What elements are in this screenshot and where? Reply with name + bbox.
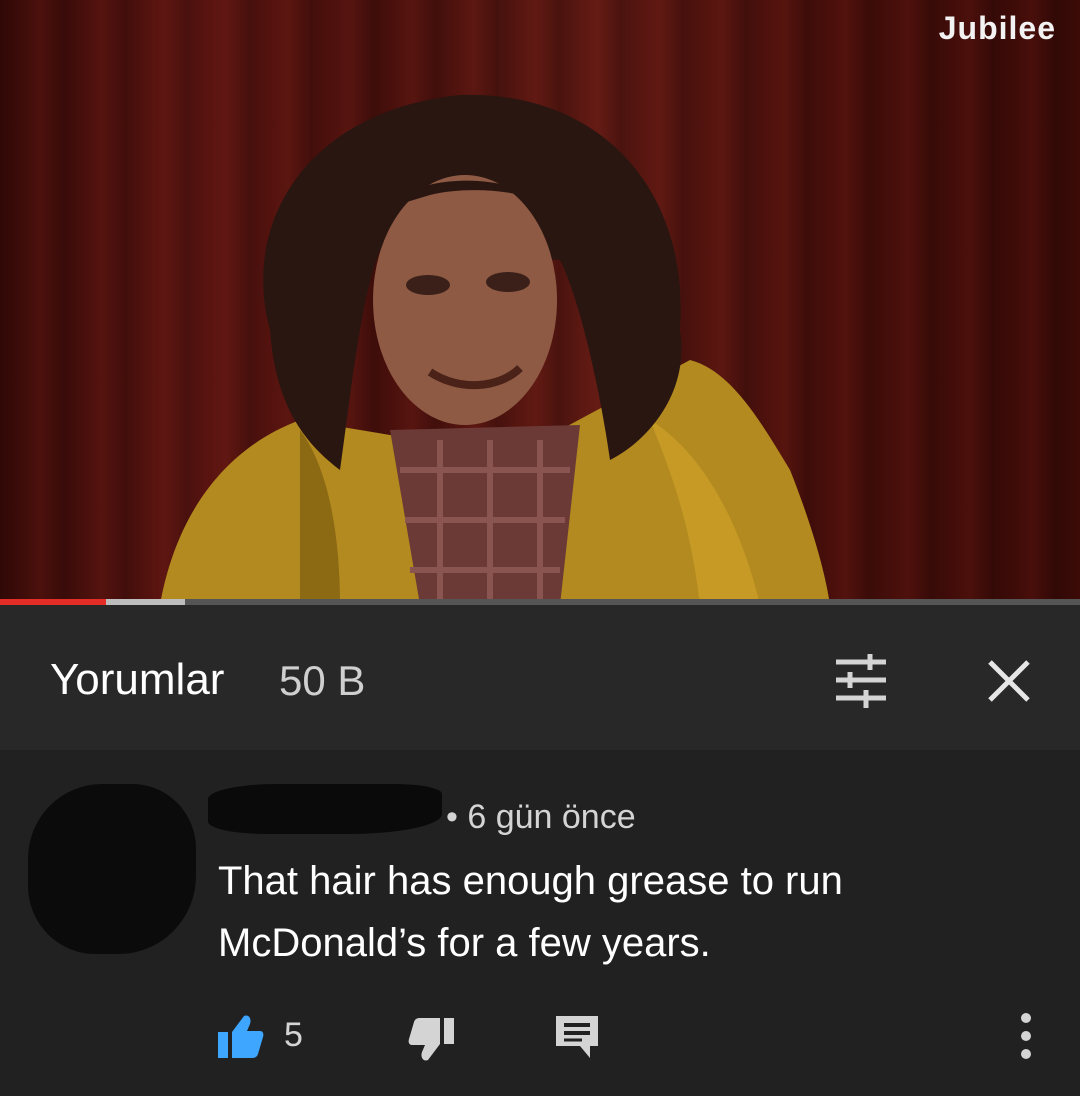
dislike-button[interactable] bbox=[408, 1016, 456, 1064]
more-options-button[interactable] bbox=[1006, 1008, 1046, 1064]
avatar[interactable] bbox=[28, 784, 196, 954]
like-button[interactable] bbox=[216, 1012, 264, 1060]
channel-watermark: Jubilee bbox=[938, 10, 1056, 46]
comments-title: Yorumlar bbox=[50, 655, 225, 704]
thumbs-down-icon bbox=[408, 1018, 454, 1061]
comment-icon bbox=[556, 1016, 598, 1058]
sort-filter-icon bbox=[836, 654, 886, 708]
video-frame-person bbox=[160, 94, 830, 605]
comment-text: That hair has enough grease to run McDon… bbox=[218, 859, 843, 965]
comments-header: Yorumlar 50 B bbox=[0, 605, 1080, 750]
more-vertical-icon bbox=[1021, 1013, 1031, 1059]
thumbs-up-icon bbox=[218, 1015, 264, 1058]
comments-count: 50 B bbox=[279, 657, 366, 704]
close-icon bbox=[988, 660, 1030, 702]
sort-button[interactable] bbox=[830, 650, 892, 712]
comment-author-redacted[interactable] bbox=[208, 784, 442, 834]
close-button[interactable] bbox=[978, 650, 1040, 712]
like-count: 5 bbox=[284, 1016, 303, 1054]
comment-item: • 6 gün önce That hair has enough grease… bbox=[0, 750, 1080, 1096]
video-player[interactable]: Jubilee bbox=[0, 0, 1080, 605]
reply-button[interactable] bbox=[552, 1012, 602, 1060]
comment-timestamp: • 6 gün önce bbox=[446, 798, 636, 836]
